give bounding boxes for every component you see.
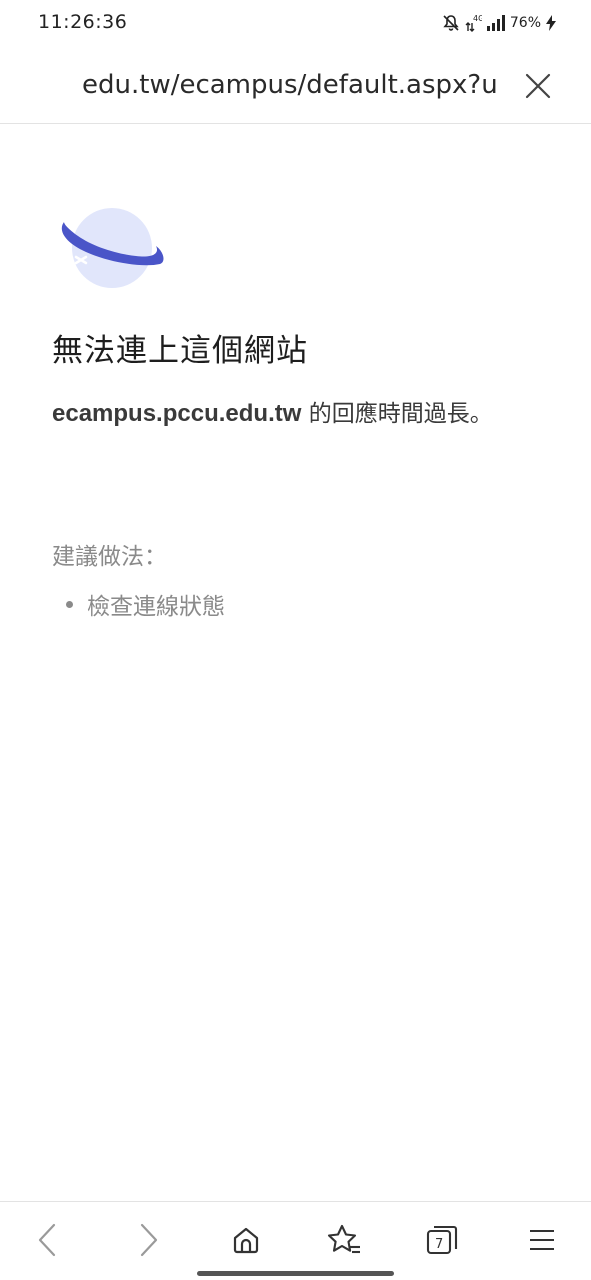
bullet-icon — [66, 600, 73, 608]
tab-count: 7 — [435, 1237, 443, 1252]
forward-button[interactable] — [128, 1220, 168, 1260]
back-arrow-icon — [38, 1223, 56, 1257]
suggestions-label: 建議做法： — [52, 544, 167, 570]
charging-bolt-icon — [545, 14, 557, 32]
mute-bell-icon — [442, 14, 460, 32]
status-bar: 11:26:36 4G 76% — [0, 0, 591, 46]
status-icons: 4G 76% — [442, 12, 557, 34]
home-button[interactable] — [226, 1220, 266, 1260]
tabs-icon: 7 — [426, 1225, 458, 1255]
error-title: 無法連上這個網站 — [52, 333, 308, 369]
suggestions-list: 檢查連線狀態 — [66, 587, 225, 621]
suggestion-text: 檢查連線狀態 — [87, 594, 225, 620]
battery-text: 76% — [509, 15, 541, 31]
url-display[interactable]: edu.tw/ecampus/default.aspx?us — [82, 68, 496, 102]
close-icon — [525, 73, 551, 99]
menu-icon — [530, 1229, 554, 1251]
menu-button[interactable] — [522, 1220, 562, 1260]
list-item: 檢查連線狀態 — [66, 587, 225, 621]
home-indicator[interactable] — [197, 1271, 394, 1276]
planet-error-icon — [56, 202, 166, 292]
tabs-button[interactable]: 7 — [422, 1220, 462, 1260]
data-arrows-icon: 4G — [464, 13, 482, 33]
bookmarks-star-icon — [327, 1224, 360, 1254]
svg-text:4G: 4G — [473, 14, 482, 23]
bottom-toolbar: 7 — [0, 1201, 591, 1280]
error-description: ecampus.pccu.edu.tw 的回應時間過長。 — [52, 395, 512, 433]
close-button[interactable] — [520, 68, 556, 104]
forward-arrow-icon — [140, 1223, 158, 1257]
error-host: ecampus.pccu.edu.tw — [52, 400, 302, 427]
home-icon — [233, 1227, 259, 1254]
bookmarks-button[interactable] — [324, 1220, 364, 1260]
error-message: 的回應時間過長。 — [301, 401, 493, 427]
back-button[interactable] — [28, 1220, 68, 1260]
url-bar: edu.tw/ecampus/default.aspx?us — [0, 46, 591, 124]
status-time: 11:26:36 — [38, 11, 128, 33]
signal-icon — [486, 14, 506, 32]
